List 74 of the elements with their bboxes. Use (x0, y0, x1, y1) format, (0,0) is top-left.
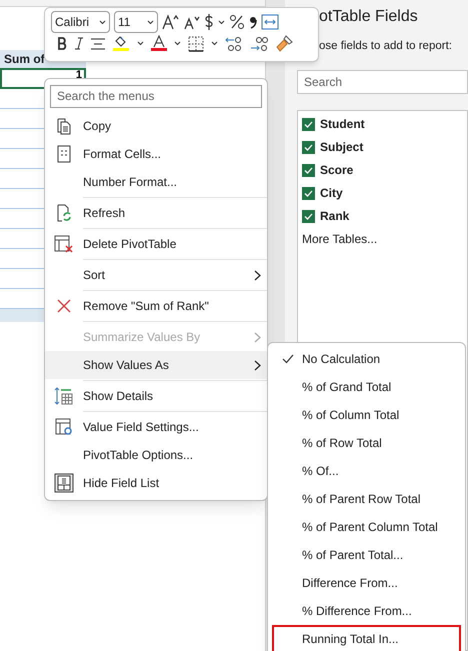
menu-item[interactable]: Show Details (45, 382, 267, 413)
menu-item[interactable]: Format Cells... (45, 140, 267, 168)
checkbox[interactable] (302, 164, 315, 177)
size-dropdown[interactable]: 11 (114, 11, 158, 33)
grow-font-icon[interactable] (162, 14, 180, 30)
borders-icon[interactable] (188, 36, 204, 52)
field-label: Rank (320, 208, 350, 226)
submenu-item[interactable]: % of Parent Row Total (272, 485, 461, 513)
checkbox[interactable] (302, 210, 315, 223)
chevron-right-icon (254, 270, 260, 280)
menu-item[interactable]: Copy (45, 112, 267, 140)
font-dropdown[interactable]: Calibri (51, 11, 110, 33)
pane-title: otTable Fields (319, 7, 419, 27)
menu-item[interactable]: Value Field Settings... (45, 413, 267, 441)
fill-color-icon[interactable] (112, 35, 130, 52)
caret-down-icon (147, 20, 154, 24)
field-label: City (320, 185, 343, 202)
field-list-icon (54, 473, 74, 493)
submenu-item[interactable]: % of Parent Total... (272, 541, 461, 569)
menu-item[interactable]: Hide Field List (45, 469, 267, 497)
checkbox[interactable] (302, 140, 315, 154)
menu-item[interactable]: Sort (45, 261, 267, 292)
menu-item[interactable]: Number Format... (45, 168, 267, 199)
decrease-decimal-icon[interactable] (225, 36, 243, 52)
submenu-item[interactable]: Running Total In... (272, 625, 461, 651)
caret-down-icon[interactable] (174, 41, 181, 46)
show-details-icon (54, 387, 74, 405)
dollar-icon[interactable] (204, 13, 214, 31)
field-settings-icon (55, 418, 73, 436)
cell-value: 1 (76, 70, 82, 81)
submenu-item[interactable]: % of Row Total (272, 429, 461, 457)
field-label: Subject (320, 139, 364, 156)
caret-down-icon[interactable] (137, 41, 144, 46)
menu-item[interactable]: Show Values As (45, 351, 267, 382)
field-label: Score (320, 162, 354, 180)
menu-item[interactable]: Refresh (45, 199, 267, 230)
menu-item[interactable]: PivotTable Options... (45, 441, 267, 469)
more-tables-link[interactable]: More Tables... (302, 230, 467, 248)
menu-item[interactable]: Delete PivotTable (45, 230, 267, 261)
submenu-item[interactable]: % of Grand Total (272, 373, 461, 401)
chevron-right-icon (254, 332, 260, 342)
align-center-icon[interactable] (91, 38, 105, 50)
submenu-item[interactable]: % Difference From... (272, 597, 461, 625)
italic-icon[interactable] (74, 37, 84, 50)
submenu-item[interactable]: % of Parent Column Total (272, 513, 461, 541)
submenu-item[interactable]: % Of... (272, 457, 461, 485)
percent-icon[interactable] (229, 14, 245, 30)
chevron-right-icon (254, 360, 260, 370)
copy-icon (55, 117, 73, 135)
comma-icon[interactable] (249, 15, 257, 29)
check-icon (282, 354, 294, 364)
format-cells-icon (56, 145, 72, 163)
refresh-icon (55, 204, 73, 222)
submenu-item[interactable]: No Calculation (272, 345, 461, 373)
submenu-item[interactable]: % of Column Total (272, 401, 461, 429)
shrink-font-icon[interactable] (184, 14, 200, 30)
pane-subtitle: ose fields to add to report: (319, 39, 453, 54)
field-label: Student (320, 116, 365, 134)
format-painter-icon[interactable] (275, 35, 293, 52)
caret-down-icon[interactable] (211, 41, 218, 46)
font-color-icon[interactable] (151, 35, 167, 52)
field-search[interactable]: Search (297, 70, 468, 94)
bold-icon[interactable] (57, 37, 67, 50)
close-icon (57, 299, 71, 313)
checkbox[interactable] (302, 186, 315, 200)
wrap-columns-icon[interactable] (261, 14, 279, 30)
search-field[interactable]: Search the menus (50, 84, 262, 108)
caret-down-icon (99, 20, 106, 24)
menu-item[interactable]: Remove "Sum of Rank" (45, 292, 267, 323)
checkbox[interactable] (302, 118, 315, 131)
increase-decimal-icon[interactable] (250, 36, 268, 52)
submenu-item[interactable]: Difference From... (272, 569, 461, 597)
delete-table-icon (54, 235, 74, 253)
caret-down-icon[interactable] (218, 20, 225, 24)
